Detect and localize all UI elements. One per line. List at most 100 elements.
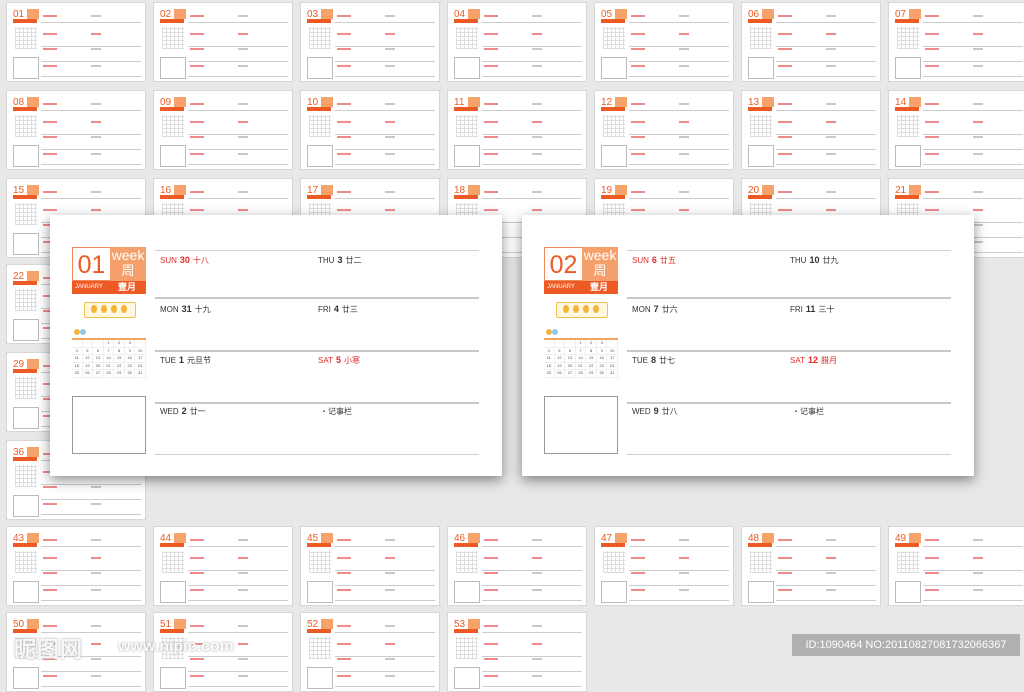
thumbnail-rule bbox=[41, 600, 141, 601]
thumbnail-day-text bbox=[484, 557, 498, 559]
thumbnail-day-text bbox=[778, 48, 792, 50]
mini-calendar-cell: 18 bbox=[72, 362, 83, 370]
thumbnail-mini-calendar bbox=[603, 115, 625, 137]
mini-calendar-cell: 16 bbox=[125, 355, 136, 362]
thumbnail-rule bbox=[776, 110, 876, 111]
thumbnail-week-47: 47 bbox=[594, 526, 734, 606]
thumbnail-day-text bbox=[532, 15, 542, 17]
thumbnail-day-text bbox=[238, 625, 248, 627]
mini-calendar-cell: 3 bbox=[125, 340, 136, 347]
mini-calendar-cell: 19 bbox=[555, 362, 566, 370]
day-entry-thu: THU 10 廿九 bbox=[790, 255, 838, 266]
thumbnail-day-text bbox=[925, 48, 939, 50]
thumbnail-month-bar bbox=[160, 543, 184, 547]
thumbnail-rule bbox=[482, 656, 582, 657]
thumbnail-rule bbox=[188, 546, 288, 547]
thumbnail-rule bbox=[776, 600, 876, 601]
thumbnail-day-text bbox=[238, 15, 248, 17]
thumbnail-day-text bbox=[631, 539, 645, 541]
thumbnail-day-text bbox=[91, 658, 101, 660]
thumbnail-day-text bbox=[679, 539, 689, 541]
day-name: TUE bbox=[632, 356, 648, 365]
thumbnail-day-text bbox=[43, 486, 57, 488]
mini-calendar-cell: 28 bbox=[576, 370, 587, 377]
thumbnail-day-text bbox=[190, 209, 204, 211]
thumbnail-day-text bbox=[973, 48, 983, 50]
mini-calendar-cell: 31 bbox=[135, 370, 147, 377]
thumbnail-day-text bbox=[238, 48, 248, 50]
thumbnail-day-text bbox=[385, 658, 395, 660]
thumbnail-month-bar bbox=[895, 19, 919, 23]
thumbnail-rule bbox=[188, 632, 288, 633]
mini-calendar-cell: 28 bbox=[104, 370, 115, 377]
thumbnail-rule bbox=[188, 110, 288, 111]
thumbnail-day-text bbox=[925, 15, 939, 17]
thumbnail-note-box bbox=[307, 581, 333, 603]
thumbnail-month-bar bbox=[13, 19, 37, 23]
thumbnail-day-text bbox=[91, 33, 101, 35]
thumbnail-rule bbox=[482, 632, 582, 633]
thumbnail-day-text bbox=[532, 103, 542, 105]
thumbnail-week-09: 09 bbox=[153, 90, 293, 170]
thumbnail-rule bbox=[188, 600, 288, 601]
thumbnail-day-text bbox=[973, 224, 983, 226]
mini-calendar-cell: 17 bbox=[135, 355, 147, 362]
thumbnail-week-03: 03 bbox=[300, 2, 440, 82]
week-label-box: week 周 bbox=[582, 247, 618, 281]
thumbnail-day-text bbox=[778, 557, 792, 559]
day-entry-tue: TUE 8 廿七 bbox=[632, 355, 675, 366]
mini-calendar-row: 4 5 6 7 8 9 10 bbox=[72, 347, 147, 356]
day-date: 11 bbox=[805, 304, 816, 314]
thumbnail-day-text bbox=[973, 153, 983, 155]
thumbnail-week-badge bbox=[468, 619, 480, 629]
mini-calendar-cell: 20 bbox=[93, 362, 104, 370]
day-entry-wed: WED 9 廿八 bbox=[632, 406, 678, 417]
mini-calendar-cell: 5 bbox=[555, 347, 566, 355]
thumbnail-mini-calendar bbox=[309, 115, 331, 137]
thumbnail-rule bbox=[335, 546, 435, 547]
thumbnail-week-04: 04 bbox=[447, 2, 587, 82]
thumbnail-day-text bbox=[43, 675, 57, 677]
thumbnail-day-text bbox=[337, 675, 351, 677]
mini-calendar-cell: 6 bbox=[565, 347, 576, 355]
thumbnail-month-bar bbox=[160, 629, 184, 633]
thumbnail-rule bbox=[335, 570, 435, 571]
thumbnail-month-bar bbox=[13, 457, 37, 461]
thumbnail-week-badge bbox=[27, 97, 39, 107]
mini-calendar-cell: 27 bbox=[93, 370, 104, 377]
week-label-en: week bbox=[583, 247, 617, 263]
thumbnail-day-text bbox=[484, 209, 498, 211]
thumbnail-day-text bbox=[238, 572, 248, 574]
day-date: 8 bbox=[651, 355, 657, 365]
day-entry-mon: MON 31 十九 bbox=[160, 304, 211, 315]
thumbnail-week-13: 13 bbox=[741, 90, 881, 170]
day-date: 2 bbox=[181, 406, 187, 416]
day-rule bbox=[155, 350, 479, 352]
day-name: THU bbox=[790, 256, 807, 265]
thumbnail-day-text bbox=[826, 136, 836, 138]
thumbnail-day-text bbox=[385, 675, 395, 677]
thumbnail-note-box bbox=[454, 581, 480, 603]
thumbnail-rule bbox=[41, 149, 141, 150]
thumbnail-rule bbox=[41, 46, 141, 47]
thumbnail-day-text bbox=[973, 539, 983, 541]
thumbnail-note-box bbox=[748, 57, 774, 79]
day-lunar: 十八 bbox=[192, 256, 209, 265]
thumbnail-note-box bbox=[13, 319, 39, 341]
day-date: 4 bbox=[333, 304, 339, 314]
thumbnail-day-text bbox=[679, 557, 689, 559]
thumbnail-week-43: 43 bbox=[6, 526, 146, 606]
thumbnail-rule bbox=[41, 671, 141, 672]
thumbnail-month-bar bbox=[748, 195, 772, 199]
day-entry-fri: FRI 4 廿三 bbox=[318, 304, 358, 315]
thumbnail-day-text bbox=[190, 121, 204, 123]
day-entry-wed: WED 2 廿一 bbox=[160, 406, 206, 417]
thumbnail-rule bbox=[776, 570, 876, 571]
mini-calendar-cell: 2 bbox=[586, 340, 597, 347]
thumbnail-day-text bbox=[532, 643, 542, 645]
thumbnail-day-text bbox=[190, 48, 204, 50]
thumbnail-day-text bbox=[484, 589, 498, 591]
thumbnail-day-text bbox=[826, 65, 836, 67]
day-entry-thu: THU 3 廿二 bbox=[318, 255, 361, 266]
thumbnail-month-bar bbox=[160, 107, 184, 111]
